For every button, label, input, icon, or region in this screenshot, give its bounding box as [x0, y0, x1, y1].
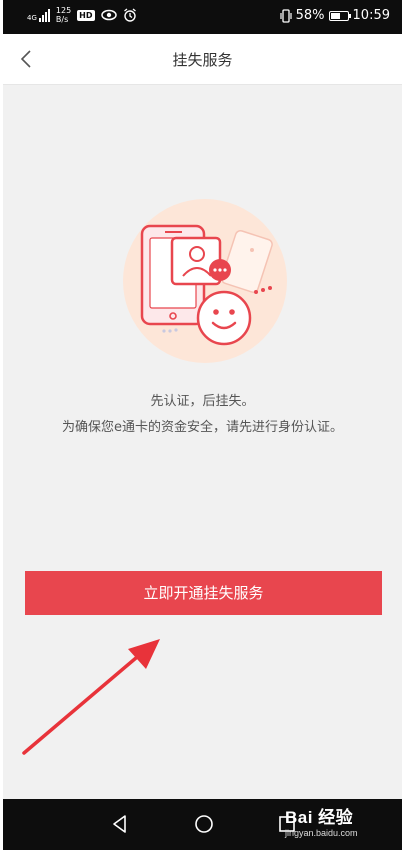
- battery-icon: [328, 10, 351, 21]
- watermark-url: jingyan.baidu.com: [285, 828, 358, 838]
- baidu-jingyan-watermark: Bai 经验 jingyan.baidu.com: [285, 803, 358, 838]
- hd-badge: HD: [77, 9, 95, 21]
- phone-smiley-illustration: [123, 199, 287, 363]
- net-speed-value: 125: [55, 6, 72, 15]
- activate-report-loss-button[interactable]: 立即开通挂失服务: [25, 571, 382, 615]
- triangle-back-icon: [113, 815, 126, 833]
- status-bar: 4G 125 B/s HD 58% 10:59: [3, 0, 402, 34]
- red-arrow-annotation: [22, 639, 160, 755]
- signal-bars-icon: [38, 8, 50, 22]
- net-speed: 125 B/s: [56, 6, 71, 24]
- page-title: 挂失服务: [172, 51, 233, 69]
- page-header: 挂失服务: [3, 34, 402, 85]
- network-type: 4G: [27, 14, 37, 22]
- status-time: 10:59: [352, 8, 390, 23]
- tip-line-authenticate-first: 先认证，后挂失。: [150, 394, 255, 409]
- net-speed-unit: B/s: [55, 15, 69, 24]
- nav-back-button[interactable]: [108, 812, 132, 836]
- vibrate-icon: [280, 8, 292, 23]
- eye-icon: [100, 9, 117, 21]
- phone-screen: 4G 125 B/s HD 58% 10:59 挂失服务 先认证，后挂失。 为确…: [0, 0, 405, 850]
- nav-home-button[interactable]: [192, 812, 216, 836]
- tip-line-security-notice: 为确保您e通卡的资金安全，请先进行身份认证。: [62, 420, 343, 435]
- status-right-group: 58% 10:59: [280, 8, 390, 23]
- alarm-clock-icon: [123, 8, 136, 22]
- cellular-signal-icon: 4G: [27, 8, 50, 22]
- watermark-brand: Bai 经验: [285, 808, 354, 827]
- battery-fill: [330, 12, 340, 19]
- battery-percent: 58%: [295, 8, 325, 23]
- circle-home-icon: [195, 815, 213, 833]
- status-left-group: 4G 125 B/s HD: [27, 6, 137, 24]
